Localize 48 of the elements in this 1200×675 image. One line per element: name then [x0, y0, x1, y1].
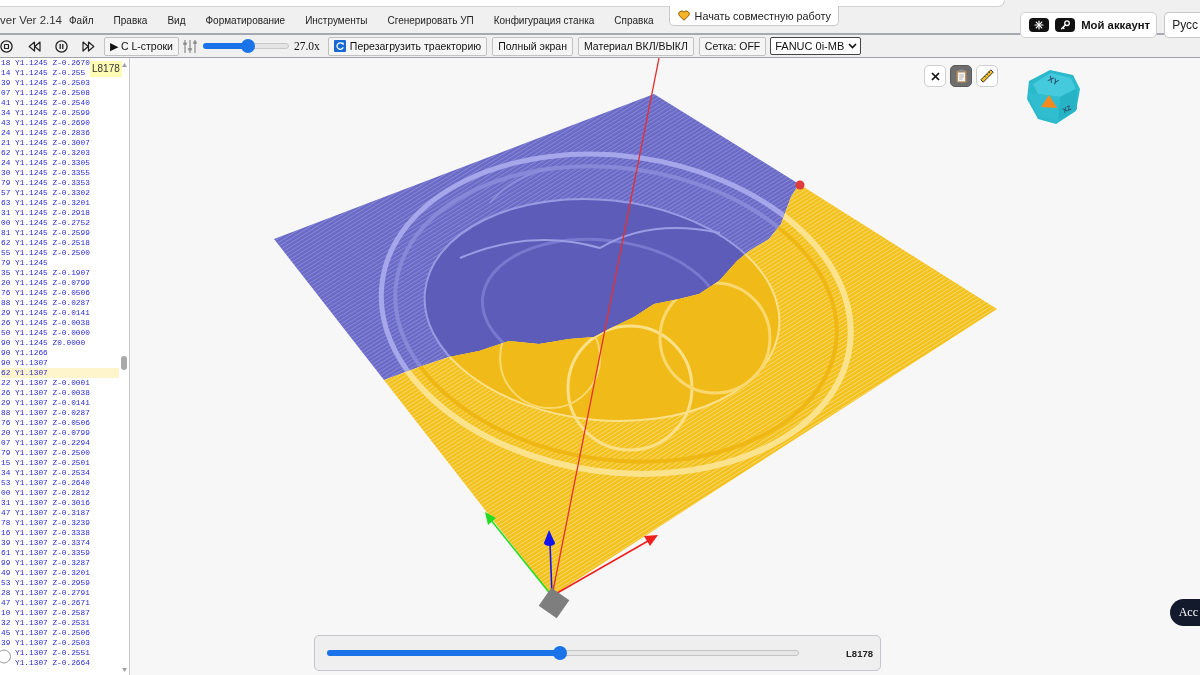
- menu-item[interactable]: Сгенерировать УП: [387, 14, 474, 26]
- machine-select[interactable]: FANUC 0i-MB: [770, 37, 862, 55]
- collab-button[interactable]: Начать совместную работу: [668, 6, 839, 26]
- reload-icon: [333, 40, 346, 52]
- fast-forward-icon[interactable]: [82, 40, 95, 52]
- heart-icon: [677, 10, 690, 21]
- scrollbar-thumb[interactable]: [121, 356, 127, 370]
- floating-button[interactable]: Acc: [1169, 599, 1200, 626]
- reload-button[interactable]: Перезагрузить траекторию: [327, 36, 488, 56]
- menu-item[interactable]: Форматирование: [205, 14, 286, 26]
- chevron-icon: [848, 43, 858, 49]
- clipboard-button[interactable]: [950, 65, 972, 87]
- sparkle-icon[interactable]: [1029, 18, 1050, 32]
- close-button[interactable]: [924, 65, 946, 87]
- fullscreen-button[interactable]: Полный экран: [492, 36, 573, 56]
- menu-item[interactable]: Вид: [167, 14, 186, 26]
- cube-face-label: XY: [1046, 74, 1060, 88]
- account-link[interactable]: Мой аккаунт: [1081, 19, 1151, 31]
- key-icon[interactable]: [1055, 18, 1076, 32]
- slider-thumb[interactable]: [553, 646, 568, 660]
- ruler-button[interactable]: [976, 65, 998, 87]
- scroll-down-icon[interactable]: [122, 668, 127, 672]
- menu-item[interactable]: Файл: [69, 14, 94, 26]
- ruler-icon: [980, 69, 994, 83]
- pause-icon[interactable]: [55, 39, 68, 53]
- grid-button[interactable]: Сетка: OFF: [698, 36, 767, 56]
- rewind-icon[interactable]: [28, 40, 41, 52]
- speed-reading: 27.0x: [293, 40, 320, 52]
- orientation-marker-icon: [1041, 95, 1057, 108]
- line-tooltip: L8178: [90, 61, 122, 77]
- run-from-line-button[interactable]: ▶ С L-строки: [104, 36, 179, 56]
- stop-icon[interactable]: [0, 39, 13, 53]
- sliders-icon[interactable]: [182, 38, 197, 54]
- close-icon: [930, 71, 940, 81]
- point-marker-icon: [795, 180, 805, 190]
- menu-item[interactable]: Правка: [113, 14, 148, 26]
- slider-thumb[interactable]: [240, 39, 255, 53]
- scroll-up-icon[interactable]: [122, 63, 127, 67]
- language-button[interactable]: Русс: [1164, 12, 1200, 38]
- app-title: ver Ver 2.14: [0, 14, 62, 26]
- clipboard-icon: [955, 69, 967, 83]
- line-reading: L8178: [846, 647, 873, 659]
- line-slider[interactable]: [327, 646, 799, 660]
- menu-item[interactable]: Конфигурация станка: [493, 14, 595, 26]
- menu-item[interactable]: Справка: [614, 14, 654, 26]
- menu-item[interactable]: Инструменты: [305, 14, 368, 26]
- material-button[interactable]: Материал ВКЛ/ВЫКЛ: [578, 36, 694, 56]
- speed-slider[interactable]: [202, 39, 289, 53]
